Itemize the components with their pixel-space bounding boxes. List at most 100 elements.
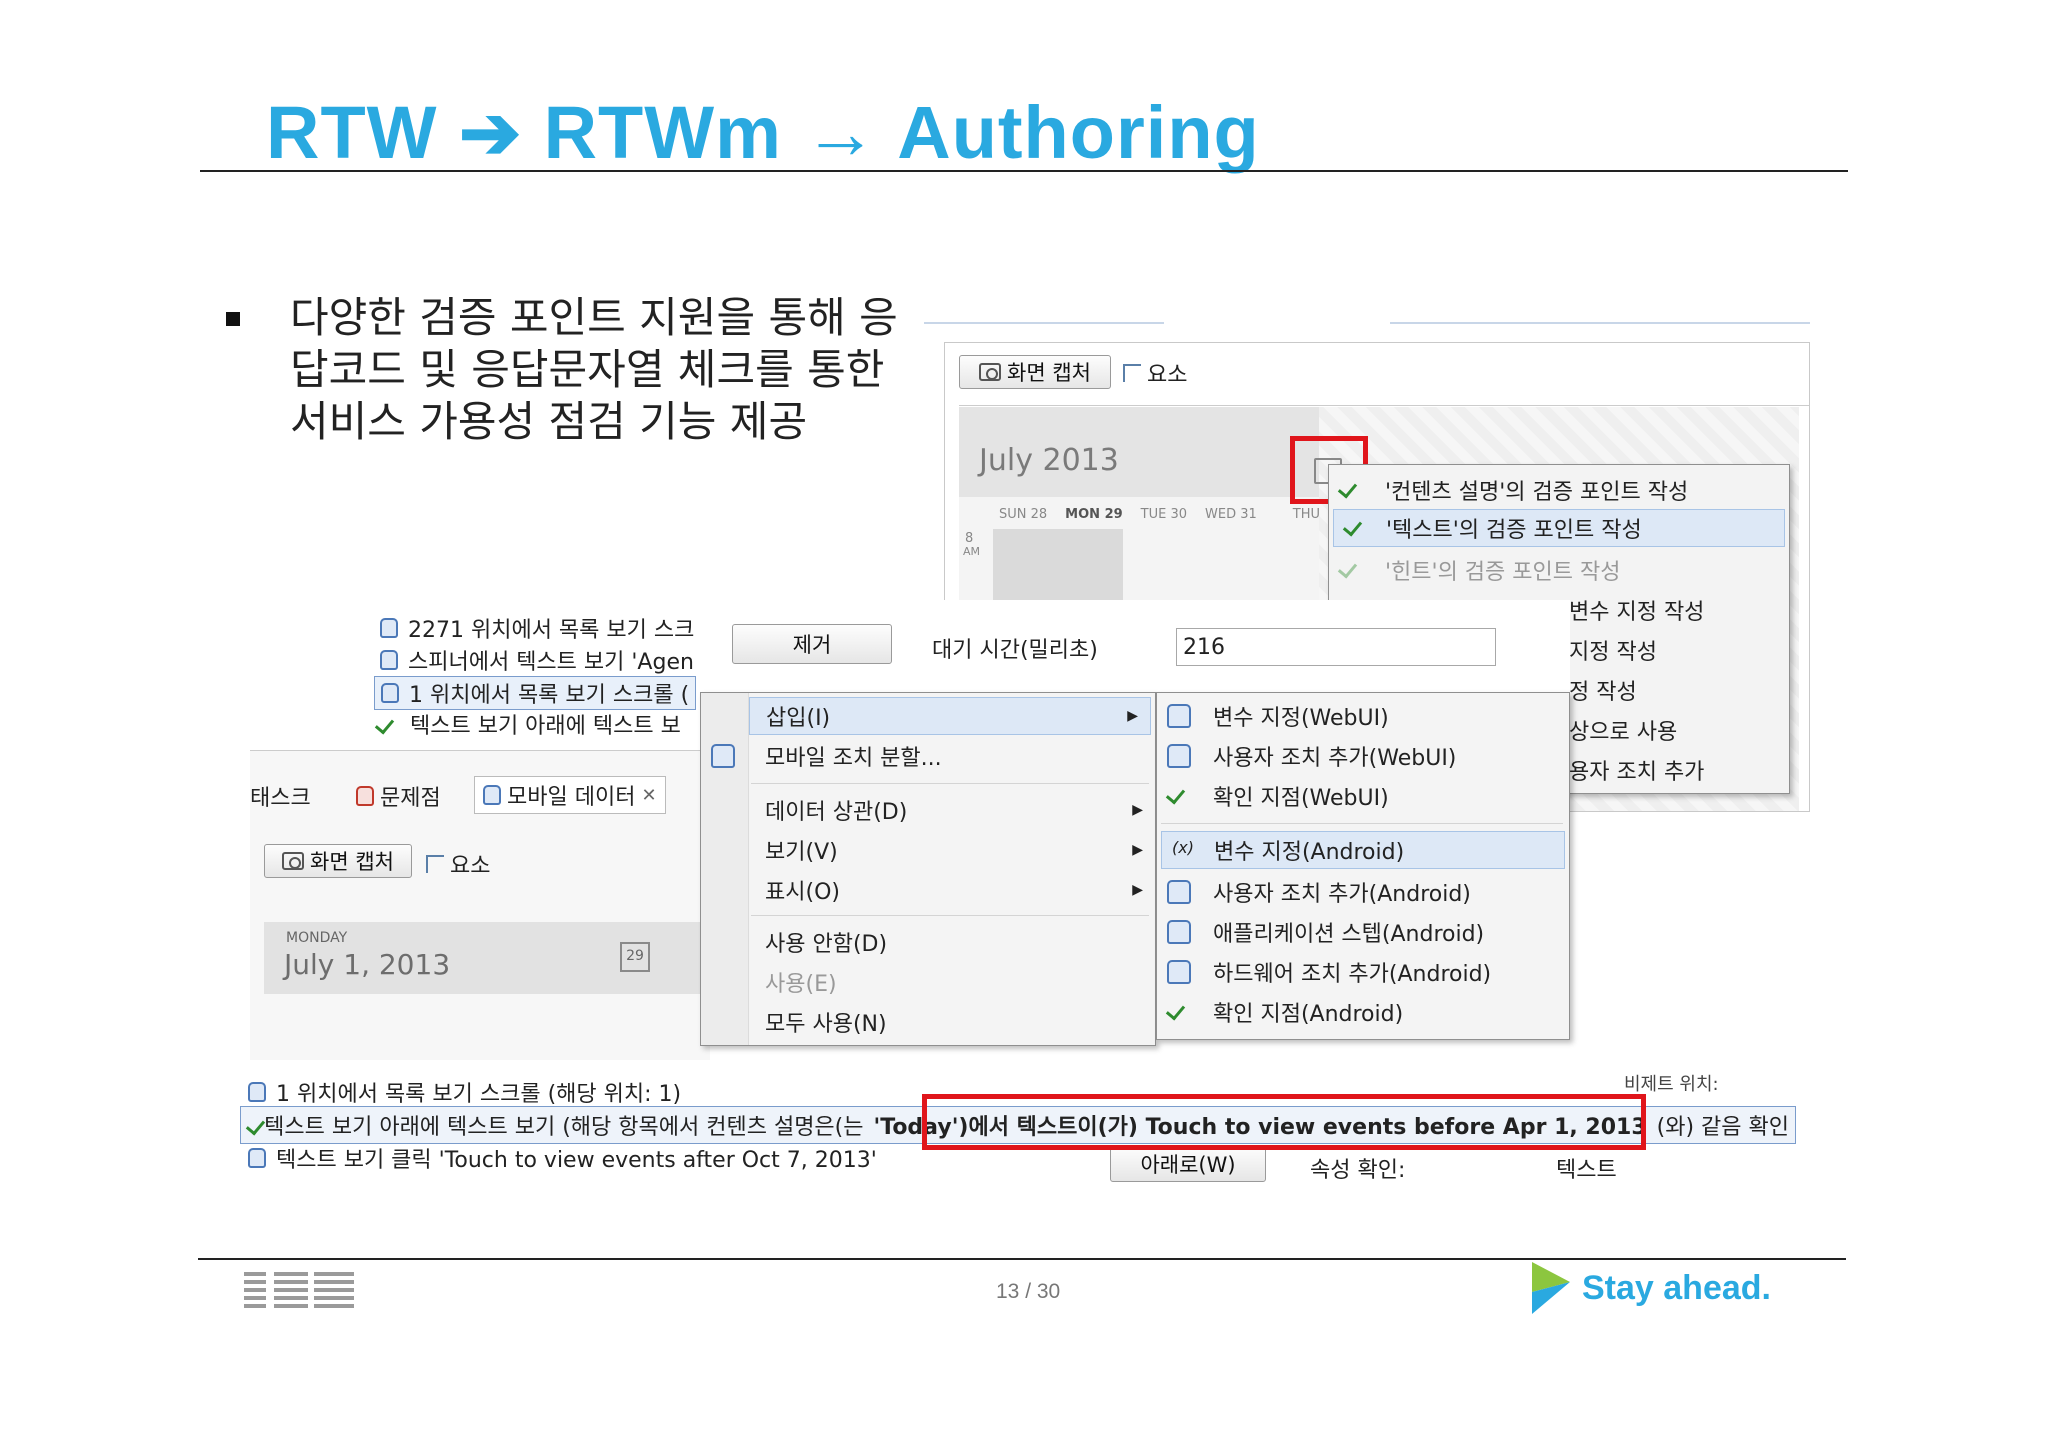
- menu-item-content-desc-checkpoint[interactable]: '컨텐츠 설명'의 검증 포인트 작성: [1329, 471, 1789, 509]
- variable-icon: (x): [1172, 838, 1194, 857]
- calendar-icon[interactable]: 29: [620, 942, 650, 972]
- submenu-item[interactable]: 애플리케이션 스텝(Android): [1157, 913, 1569, 951]
- menu-item-view[interactable]: 보기(V) ▶: [701, 831, 1155, 869]
- insert-submenu: 변수 지정(WebUI) 사용자 조치 추가(WebUI) 확인 지점(WebU…: [1156, 692, 1570, 1040]
- capture-button[interactable]: 화면 캡처: [264, 844, 412, 878]
- menu-item-hint-checkpoint[interactable]: '힌트'의 검증 포인트 작성: [1329, 551, 1789, 589]
- capture-button-label: 화면 캡처: [1007, 361, 1091, 385]
- tree-row[interactable]: 스피너에서 텍스트 보기 'Agen: [380, 644, 694, 676]
- tree-row-label: 텍스트 보기 아래에 텍스트 보기 (해당 항목에서 컨텐츠 설명은(는: [264, 1115, 864, 1140]
- verify-icon: [1167, 1000, 1191, 1024]
- menu-item-label: '컨텐츠 설명'의 검증 포인트 작성: [1385, 480, 1689, 505]
- menu-item-label: 용자 조치 추가: [1569, 760, 1705, 785]
- tree-row[interactable]: 1 위치에서 목록 보기 스크롤 (해당 위치: 1): [248, 1076, 681, 1108]
- wait-time-input[interactable]: 216: [1176, 628, 1496, 666]
- menu-item-label: 정 작성: [1569, 680, 1637, 705]
- tree-row-suffix: (와) 같음 확인: [1656, 1115, 1789, 1140]
- camera-icon: [282, 852, 305, 870]
- day-label: WED 31: [1205, 507, 1257, 522]
- problems-icon: [356, 786, 374, 806]
- day-label: SUN 28: [999, 507, 1048, 522]
- submenu-arrow-icon: ▶: [1127, 708, 1138, 724]
- submenu-item[interactable]: 사용자 조치 추가(WebUI): [1157, 737, 1569, 775]
- tab-tasks[interactable]: 태스크: [250, 780, 311, 812]
- menu-separator: [751, 783, 1149, 784]
- date-label: July 1, 2013: [284, 948, 451, 981]
- tree-row[interactable]: 2271 위치에서 목록 보기 스크: [380, 612, 694, 644]
- tree-icon: [1123, 364, 1141, 382]
- camera-icon: [979, 363, 1002, 381]
- list-icon: [248, 1148, 266, 1168]
- slide-title: RTW ➔ RTWm → Authoring: [266, 91, 1260, 174]
- down-button-label: 아래로(W): [1140, 1153, 1236, 1177]
- menu-item-insert[interactable]: 삽입(I) ▶: [749, 697, 1151, 735]
- menu-item-disable[interactable]: 사용 안함(D): [701, 923, 1155, 961]
- menu-item-show[interactable]: 표시(O) ▶: [701, 871, 1155, 909]
- tab-label: 모바일 데이터: [507, 785, 636, 810]
- menu-item-label: 보기(V): [765, 840, 838, 865]
- bullet-text: 다양한 검증 포인트 지원을 통해 응답코드 및 응답문자열 체크를 통한 서비…: [290, 293, 898, 446]
- tree-row[interactable]: 텍스트 보기 클릭 'Touch to view events after Oc…: [248, 1142, 877, 1174]
- menu-item-label: 모바일 조치 분할...: [765, 746, 942, 771]
- menu-item-label: 변수 지정(Android): [1214, 840, 1405, 865]
- context-menu: 삽입(I) ▶ 모바일 조치 분할... 데이터 상관(D) ▶ 보기(V) ▶ 표시…: [700, 692, 1156, 1046]
- down-button[interactable]: 아래로(W): [1110, 1146, 1266, 1182]
- submenu-item[interactable]: 확인 지점(Android): [1157, 993, 1569, 1031]
- remove-button[interactable]: 제거: [732, 624, 892, 664]
- menu-item-enable-all[interactable]: 모두 사용(N): [701, 1003, 1155, 1041]
- menu-item-correlation[interactable]: 데이터 상관(D) ▶: [701, 791, 1155, 829]
- remove-button-label: 제거: [792, 633, 832, 657]
- divider-line: [1390, 322, 1810, 324]
- brand-text: Stay ahead.: [1582, 1268, 1771, 1307]
- menu-item-text-checkpoint[interactable]: '텍스트'의 검증 포인트 작성: [1333, 509, 1785, 547]
- menu-item-label: 변수 지정(WebUI): [1213, 706, 1389, 731]
- footer-divider: [198, 1258, 1846, 1260]
- close-icon[interactable]: ✕: [641, 785, 656, 806]
- menu-item-label: 사용자 조치 추가(Android): [1213, 882, 1471, 907]
- hour-label: 8: [965, 531, 974, 546]
- checkpoint-icon: [1339, 558, 1363, 582]
- menu-item-split[interactable]: 모바일 조치 분할...: [701, 737, 1155, 775]
- tab-mobile-data[interactable]: 모바일 데이터 ✕: [474, 776, 666, 814]
- ibm-logo: [244, 1272, 354, 1308]
- menu-item-enable[interactable]: 사용(E): [701, 963, 1155, 1001]
- ampm-label: AM: [963, 545, 981, 558]
- elements-tab[interactable]: 요소: [426, 848, 490, 880]
- menu-item-label: 지정 작성: [1569, 640, 1657, 665]
- tree-icon: [426, 855, 444, 873]
- tree-row[interactable]: 텍스트 보기 아래에 텍스트 보: [376, 708, 681, 740]
- partial-label: 비제트 위치:: [1624, 1074, 1719, 1095]
- submenu-item[interactable]: 하드웨어 조치 추가(Android): [1157, 953, 1569, 991]
- elements-tab[interactable]: 요소: [1123, 357, 1187, 389]
- menu-item-label: 사용(E): [765, 972, 837, 997]
- tree-row-label: 1 위치에서 목록 보기 스크롤 (: [409, 683, 690, 708]
- stay-ahead-logo: Stay ahead.: [1532, 1262, 1771, 1314]
- bullet-marker: [226, 312, 240, 326]
- app-step-icon: [1167, 920, 1191, 944]
- menu-item-label: '힌트'의 검증 포인트 작성: [1385, 560, 1621, 585]
- tree-row-label: 텍스트 보기 아래에 텍스트 보: [410, 714, 681, 739]
- list-icon: [380, 618, 398, 638]
- submenu-item[interactable]: (x) 변수 지정(Android): [1161, 831, 1565, 869]
- list-icon: [381, 683, 399, 703]
- divider-line: [924, 322, 1164, 324]
- submenu-arrow-icon: ▶: [1132, 842, 1143, 858]
- submenu-item[interactable]: 변수 지정(WebUI): [1157, 697, 1569, 735]
- weekday-label: MONDAY: [286, 930, 348, 946]
- capture-button[interactable]: 화면 캡처: [959, 355, 1111, 389]
- menu-separator: [1161, 823, 1563, 824]
- submenu-arrow-icon: ▶: [1132, 802, 1143, 818]
- submenu-arrow-icon: ▶: [1132, 882, 1143, 898]
- tree-row-label: 스피너에서 텍스트 보기 'Agen: [408, 650, 694, 675]
- day-label: TUE 30: [1140, 507, 1188, 522]
- menu-item-label: 표시(O): [765, 880, 840, 905]
- elements-label: 요소: [450, 854, 491, 879]
- menu-separator: [751, 915, 1149, 916]
- tab-problems[interactable]: 문제점: [356, 780, 441, 812]
- submenu-item[interactable]: 사용자 조치 추가(Android): [1157, 873, 1569, 911]
- menu-item-label: 사용 안함(D): [765, 932, 888, 957]
- wait-time-label: 대기 시간(밀리초): [932, 638, 1098, 663]
- submenu-item[interactable]: 확인 지점(WebUI): [1157, 777, 1569, 815]
- menu-item-label: 모두 사용(N): [765, 1012, 887, 1037]
- tree-row-selected[interactable]: 1 위치에서 목록 보기 스크롤 (: [374, 676, 697, 710]
